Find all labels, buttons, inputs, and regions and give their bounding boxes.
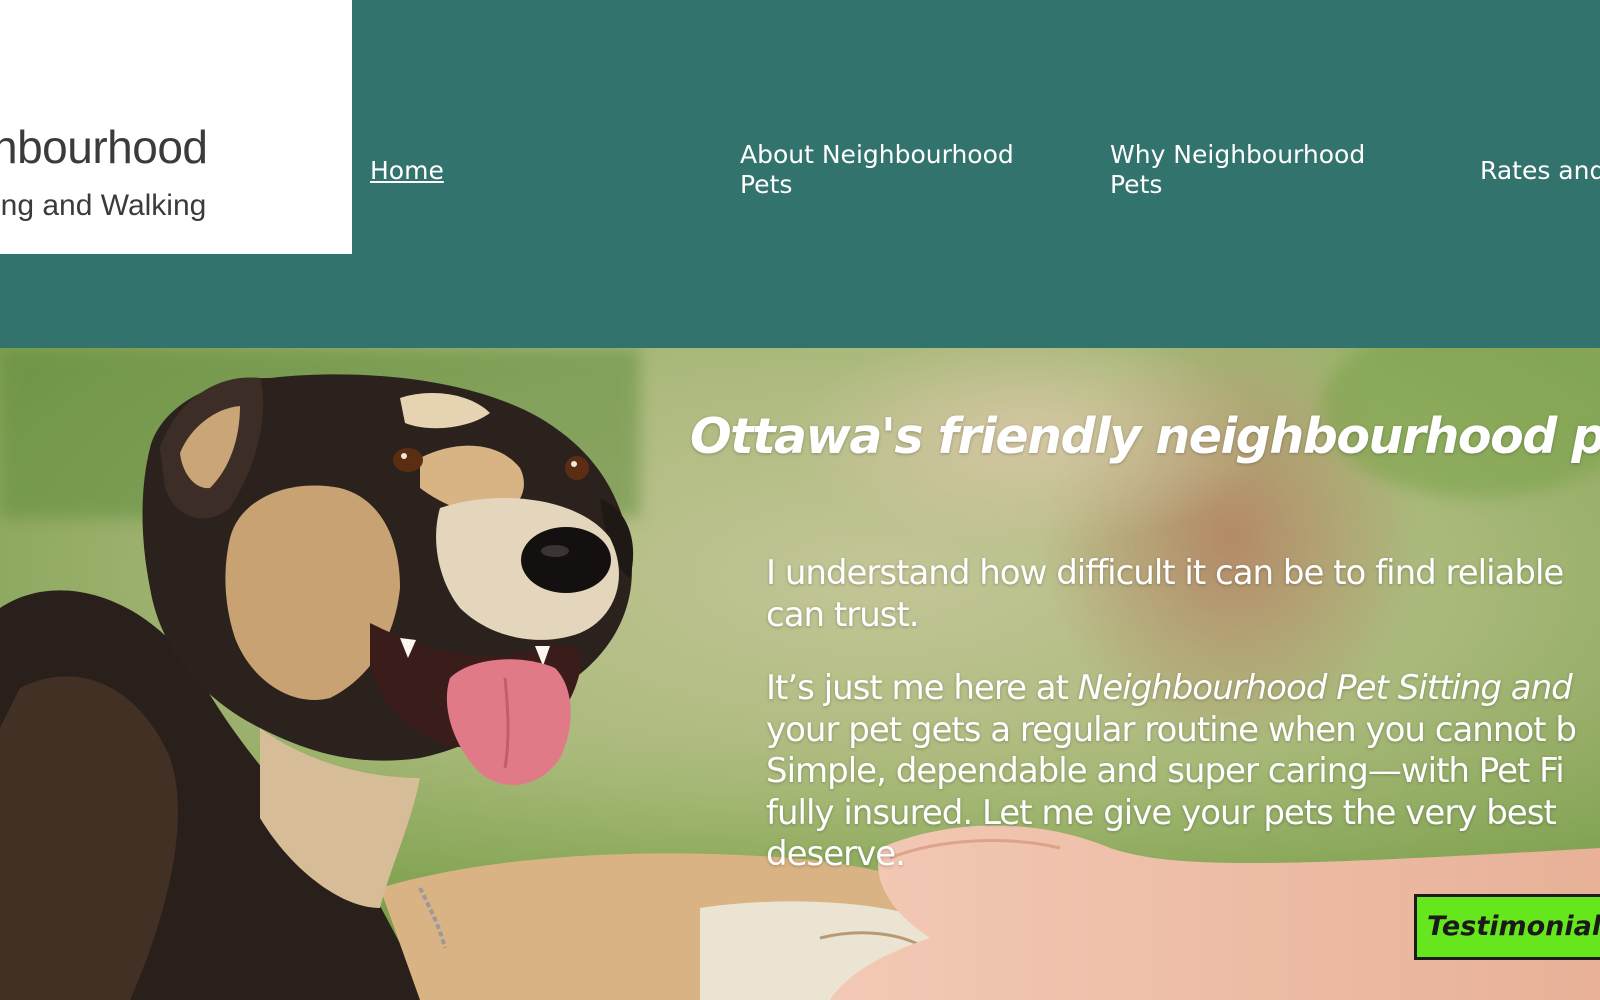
logo-subtitle: ing and Walking <box>0 189 207 222</box>
nav-why-label-line1: Why Neighbourhood <box>1110 140 1366 169</box>
page: hbourhood ing and Walking Home About Nei… <box>0 0 1600 1000</box>
logo-title: hbourhood <box>0 121 208 173</box>
nav-about-label-line2: Pets <box>740 170 793 199</box>
hero-about-line: your pet gets a regular routine when you… <box>766 709 1577 750</box>
hero-about-line: deserve. <box>766 834 906 874</box>
testimonials-button[interactable]: Testimonials <box>1414 894 1600 960</box>
nav-home-link[interactable]: Home <box>370 156 444 186</box>
nav-about-link[interactable]: About Neighbourhood Pets <box>740 140 1014 200</box>
hero-about-line: fully insured. Let me give your pets the… <box>766 792 1557 833</box>
site-header: hbourhood ing and Walking Home About Nei… <box>0 0 1600 348</box>
business-name-text: Neighbourhood Pet Sitting and <box>1077 668 1573 708</box>
hero-about-paragraph: It’s just me here at Neighbourhood Pet S… <box>766 668 1577 876</box>
hero-about-line: It’s just me here at Neighbourhood Pet S… <box>766 668 1576 710</box>
hero-about-line: Simple, dependable and super caring—with… <box>766 751 1565 791</box>
hero-section: Ottawa's friendly neighbourhood pet se I… <box>0 348 1600 1000</box>
nav-why-link[interactable]: Why Neighbourhood Pets <box>1110 140 1365 200</box>
hero-heading: Ottawa's friendly neighbourhood pet se <box>690 408 1600 465</box>
hero-intro-line: can trust. <box>766 594 920 635</box>
hero-intro-line: I understand how difficult it can be to … <box>766 553 1564 593</box>
nav-about-label-line1: About Neighbourhood <box>740 140 1014 169</box>
hero-about-text: It’s just me here at <box>766 668 1078 708</box>
nav-rates-link[interactable]: Rates and <box>1480 156 1600 186</box>
hero-intro-paragraph: I understand how difficult it can be to … <box>766 553 1564 636</box>
nav-why-label-line2: Pets <box>1110 170 1163 199</box>
site-logo[interactable]: hbourhood ing and Walking <box>0 0 352 254</box>
